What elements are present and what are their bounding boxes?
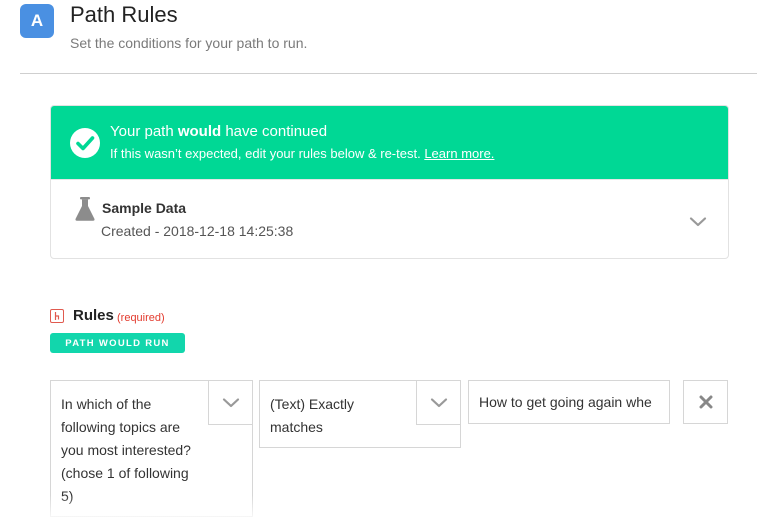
headline-prefix: Your path xyxy=(110,123,178,140)
status-banner: Your path would have continued If this w… xyxy=(51,106,728,179)
operator-select[interactable]: (Text) Exactly matches xyxy=(259,380,461,448)
help-text: If this wasn’t expected, edit your rules… xyxy=(110,146,421,161)
remove-rule-button[interactable] xyxy=(683,380,728,424)
headline-suffix: have continued xyxy=(221,123,328,140)
operator-select-value: (Text) Exactly matches xyxy=(270,396,355,435)
filter-icon xyxy=(50,309,64,323)
headline-emphasis: would xyxy=(177,123,222,140)
field-select-toggle[interactable] xyxy=(208,381,252,425)
test-result-card: Your path would have continued If this w… xyxy=(50,105,729,259)
status-headline: Your path would have continued xyxy=(110,123,327,140)
status-help-text: If this wasn’t expected, edit your rules… xyxy=(110,146,494,161)
sample-data-row[interactable]: Sample Data Created - 2018-12-18 14:25:3… xyxy=(51,179,728,258)
required-label: (required) xyxy=(117,312,165,324)
sample-data-created: Created - 2018-12-18 14:25:38 xyxy=(101,223,294,239)
header-divider xyxy=(20,73,757,74)
step-badge: A xyxy=(20,4,54,38)
flask-icon xyxy=(75,197,95,226)
field-select-value: In which of the following topics are you… xyxy=(61,396,191,504)
chevron-down-icon[interactable] xyxy=(689,215,707,233)
rules-label: Rules xyxy=(73,307,114,324)
path-status-badge: PATH WOULD RUN xyxy=(50,333,185,353)
value-input[interactable] xyxy=(468,380,670,424)
page-subtitle: Set the conditions for your path to run. xyxy=(70,35,308,51)
field-select[interactable]: In which of the following topics are you… xyxy=(50,380,253,517)
sample-data-title: Sample Data xyxy=(102,200,187,216)
check-circle-icon xyxy=(70,128,100,158)
page-title: Path Rules xyxy=(70,2,178,27)
operator-select-toggle[interactable] xyxy=(416,381,460,425)
learn-more-link[interactable]: Learn more. xyxy=(424,146,494,161)
